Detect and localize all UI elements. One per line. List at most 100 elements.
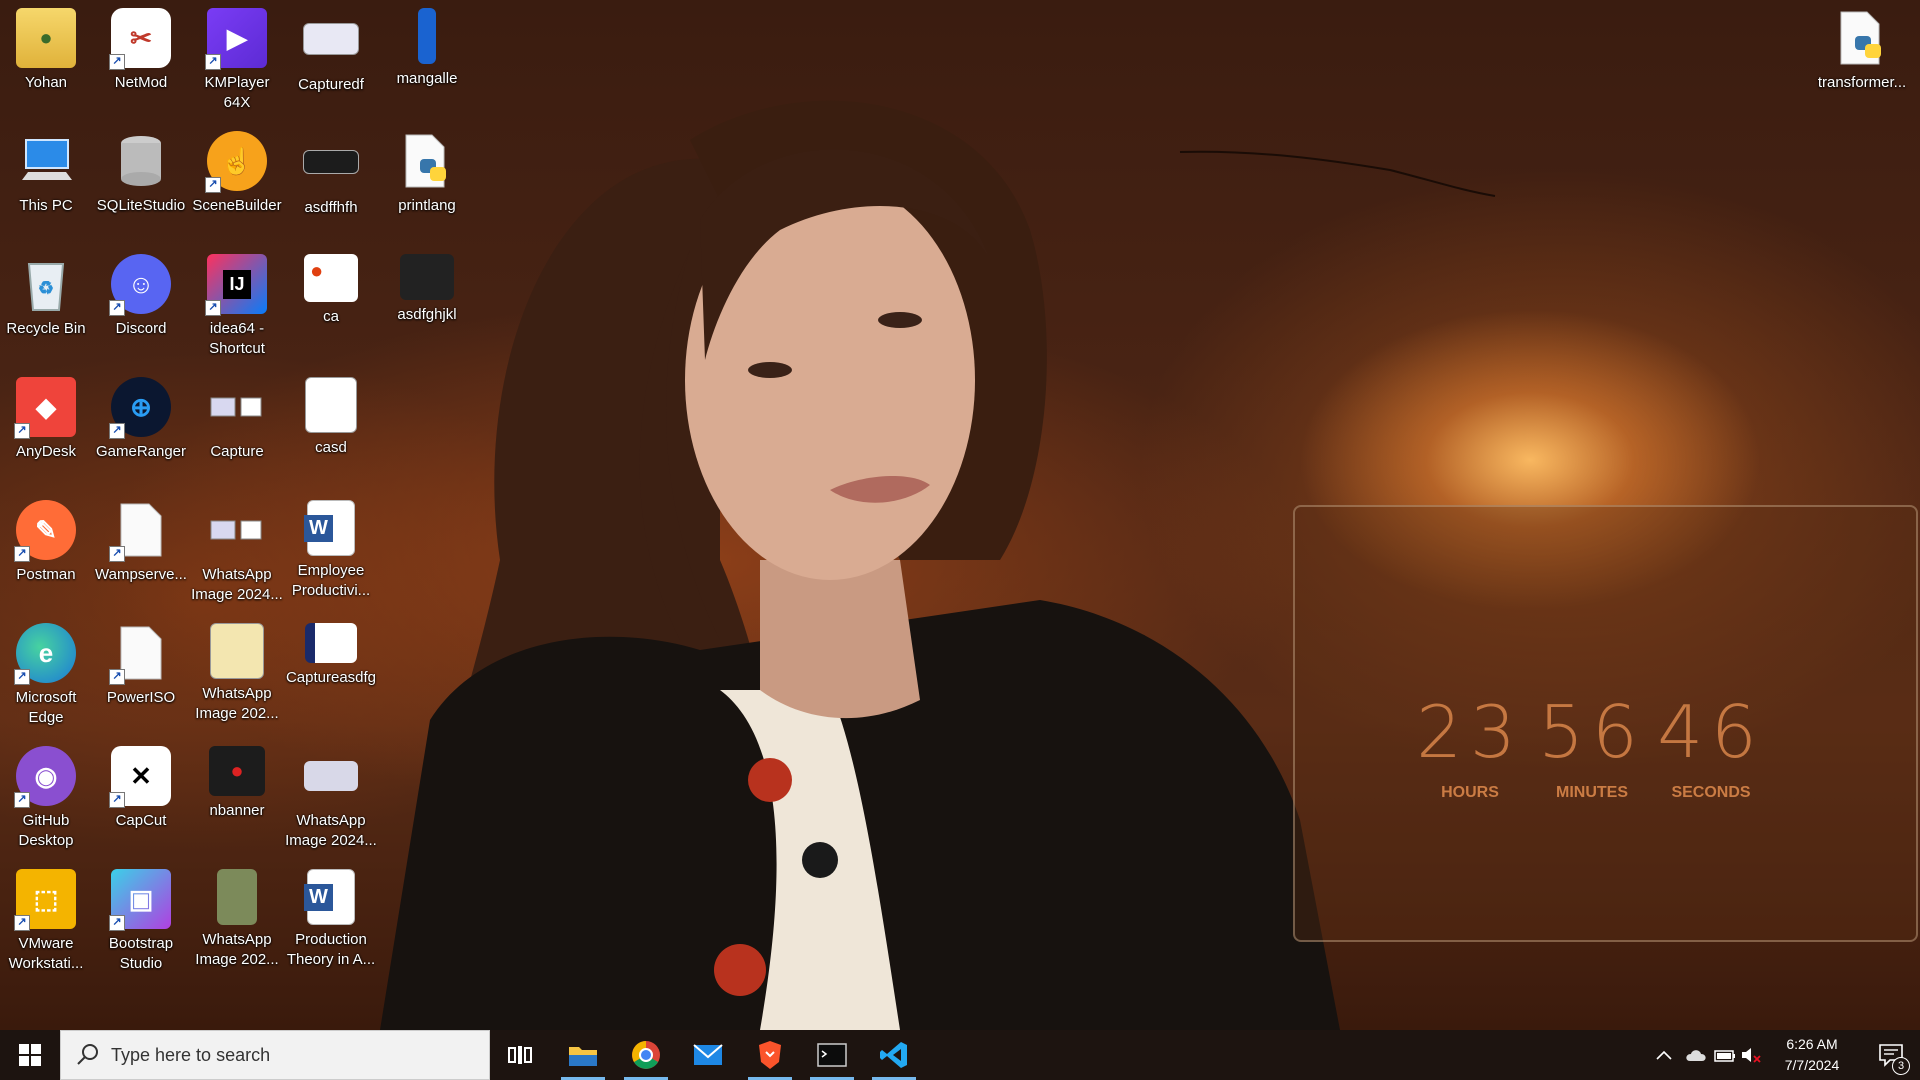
document-thumbnail-icon xyxy=(305,377,357,433)
desktop-icon-employee-productivity[interactable]: W Employee Productivi... xyxy=(285,500,377,601)
bootstrap-studio-icon: ▣ ↗ xyxy=(109,869,171,931)
volume-button[interactable] xyxy=(1740,1030,1764,1080)
desktop-icon-production-theory[interactable]: W Production Theory in A... xyxy=(285,869,377,970)
database-icon xyxy=(111,131,171,191)
desktop-icon-whatsapp-image-4[interactable]: WhatsApp Image 2024... xyxy=(285,746,377,851)
brave-icon xyxy=(759,1041,781,1069)
vscode-button[interactable] xyxy=(868,1030,920,1080)
desktop-icon-asdffhfh[interactable]: asdffhfh xyxy=(285,131,377,218)
desktop-icon-printlang[interactable]: printlang xyxy=(381,131,473,216)
file-icon: ↗ xyxy=(109,500,171,562)
notifications-button[interactable]: 3 xyxy=(1866,1030,1916,1080)
image-thumbnail-icon: ● xyxy=(304,254,358,302)
desktop-icon-asdfghjkl[interactable]: asdfghjkl xyxy=(381,254,473,325)
image-thumbnail-icon xyxy=(305,623,357,663)
chevron-up-icon xyxy=(1656,1050,1672,1060)
desktop-icon-microsoft-edge[interactable]: e ↗ Microsoft Edge xyxy=(0,623,92,728)
desktop-icon-casd[interactable]: casd xyxy=(285,377,377,458)
github-icon: ◉ ↗ xyxy=(14,746,76,808)
start-button[interactable] xyxy=(0,1030,60,1080)
battery-button[interactable] xyxy=(1712,1030,1738,1080)
desktop-icon-captureasdfg[interactable]: Captureasdfg xyxy=(285,623,377,688)
search-icon xyxy=(77,1044,98,1065)
terminal-icon xyxy=(817,1043,847,1067)
minutes-label: MINUTES xyxy=(1556,784,1628,801)
mail-button[interactable] xyxy=(682,1030,734,1080)
desktop-icon-transformer[interactable]: transformer... xyxy=(1808,8,1916,93)
desktop-icon-discord[interactable]: ☺ ↗ Discord xyxy=(95,254,187,339)
image-thumbnail-icon xyxy=(304,761,358,791)
desktop-icon-github-desktop[interactable]: ◉ ↗ GitHub Desktop xyxy=(0,746,92,851)
desktop-icon-vmware[interactable]: ⬚ ↗ VMware Workstati... xyxy=(0,869,92,974)
brave-browser-button[interactable] xyxy=(744,1030,796,1080)
desktop-icon-capture[interactable]: Capture xyxy=(191,377,283,462)
file-icon: ↗ xyxy=(109,623,171,685)
image-thumbnail-icon xyxy=(303,23,359,55)
taskbar-clock[interactable]: 6:26 AM 7/7/2024 xyxy=(1762,1034,1862,1076)
gameranger-icon: ⊕ ↗ xyxy=(109,377,171,439)
task-view-icon xyxy=(508,1046,532,1064)
windows-logo-icon xyxy=(19,1044,41,1066)
chrome-button[interactable] xyxy=(620,1030,672,1080)
desktop-icon-whatsapp-image-2[interactable]: WhatsApp Image 202... xyxy=(191,623,283,724)
desktop-icon-this-pc[interactable]: This PC xyxy=(0,131,92,216)
clock-hours: 23 HOURS xyxy=(1405,692,1535,802)
countdown-clock-widget: 23 HOURS 56 MINUTES 46 SECONDS xyxy=(1293,505,1918,942)
desktop-icon-nbanner[interactable]: ● nbanner xyxy=(191,746,283,821)
desktop-icon-anydesk[interactable]: ◆ ↗ AnyDesk xyxy=(0,377,92,462)
file-explorer-button[interactable] xyxy=(557,1030,609,1080)
desktop-icon-gameranger[interactable]: ⊕ ↗ GameRanger xyxy=(95,377,187,462)
word-document-icon: W xyxy=(304,500,355,556)
task-view-button[interactable] xyxy=(494,1030,546,1080)
folder-icon: ● xyxy=(16,8,76,68)
desktop-icon-capturedf[interactable]: Capturedf xyxy=(285,8,377,95)
desktop-icon-yohan[interactable]: ● Yohan xyxy=(0,8,92,93)
desktop-icon-kmplayer[interactable]: ▶ ↗ KMPlayer 64X xyxy=(191,8,283,113)
desktop-icon-wampserver[interactable]: ↗ Wampserve... xyxy=(95,500,187,585)
desktop-icon-netmod[interactable]: ✂ ↗ NetMod xyxy=(95,8,187,93)
desktop-icon-idea64[interactable]: IJ ↗ idea64 - Shortcut xyxy=(191,254,283,359)
desktop-icon-whatsapp-image-3[interactable]: WhatsApp Image 202... xyxy=(191,869,283,970)
desktop-icon-bootstrap-studio[interactable]: ▣ ↗ Bootstrap Studio xyxy=(95,869,187,974)
seconds-label: SECONDS xyxy=(1671,784,1751,801)
discord-icon: ☺ ↗ xyxy=(109,254,171,316)
desktop-icon-postman[interactable]: ✎ ↗ Postman xyxy=(0,500,92,585)
taskbar: Type here to search 6:26 AM 7/7/2024 3 xyxy=(0,1030,1920,1080)
computer-icon xyxy=(16,131,76,191)
desktop-icon-sqlitestudio[interactable]: SQLiteStudio xyxy=(95,131,187,216)
desktop-icon-whatsapp-image-1[interactable]: WhatsApp Image 2024... xyxy=(191,500,283,605)
kmplayer-icon: ▶ ↗ xyxy=(205,8,267,70)
scenebuilder-icon: ☝ ↗ xyxy=(205,131,267,193)
taskbar-time: 6:26 AM xyxy=(1786,1036,1838,1052)
search-placeholder: Type here to search xyxy=(111,1044,271,1065)
image-thumbnail-icon xyxy=(217,869,257,925)
seconds-value: 46 xyxy=(1657,690,1765,774)
recycle-bin-icon: ♻ xyxy=(16,254,76,314)
clock-seconds: 46 SECONDS xyxy=(1646,692,1776,802)
desktop-icon-mangalle[interactable]: mangalle xyxy=(381,8,473,89)
onedrive-button[interactable] xyxy=(1682,1030,1710,1080)
chrome-icon xyxy=(632,1041,660,1069)
desktop-icon-recycle-bin[interactable]: ♻ Recycle Bin xyxy=(0,254,92,339)
desktop-icon-scenebuilder[interactable]: ☝ ↗ SceneBuilder xyxy=(191,131,283,216)
python-file-icon xyxy=(397,131,457,191)
postman-icon: ✎ ↗ xyxy=(14,500,76,562)
clock-minutes: 56 MINUTES xyxy=(1527,692,1657,802)
cloud-icon xyxy=(1686,1050,1706,1061)
image-thumbnail-icon xyxy=(207,500,267,560)
image-thumbnail-icon: ● xyxy=(209,746,265,796)
taskbar-date: 7/7/2024 xyxy=(1784,1057,1840,1073)
hours-value: 23 xyxy=(1416,690,1524,774)
terminal-button[interactable] xyxy=(806,1030,858,1080)
desktop-icon-capcut[interactable]: ✕ ↗ CapCut xyxy=(95,746,187,831)
vmware-icon: ⬚ ↗ xyxy=(14,869,76,931)
show-hidden-icons-button[interactable] xyxy=(1652,1030,1676,1080)
python-file-icon xyxy=(1832,8,1892,68)
mail-icon xyxy=(693,1044,723,1065)
taskbar-search-box[interactable]: Type here to search xyxy=(60,1030,490,1080)
desktop-icon-ca[interactable]: ● ca xyxy=(285,254,377,327)
image-thumbnail-icon xyxy=(207,377,267,437)
desktop-icon-poweriso[interactable]: ↗ PowerISO xyxy=(95,623,187,708)
svg-text:♻: ♻ xyxy=(38,278,54,298)
image-thumbnail-icon xyxy=(418,8,436,64)
